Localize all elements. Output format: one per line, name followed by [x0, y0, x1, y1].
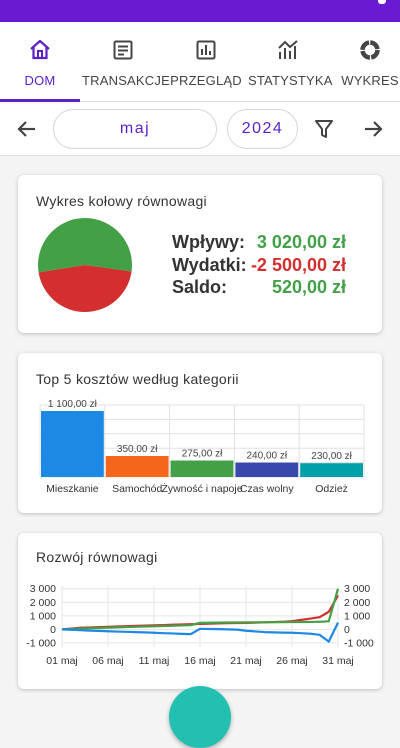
tab-dom[interactable]: DOM — [0, 22, 80, 102]
bar-5 — [300, 463, 363, 477]
bar-value-label: 1 100,00 zł — [48, 399, 98, 410]
y-tick-right: 0 — [344, 624, 350, 636]
bar-2 — [105, 456, 169, 477]
tab-transakcje[interactable]: TRANSAKCJE — [82, 22, 170, 102]
status-indicator — [378, 0, 386, 4]
top-costs-bar-chart: 1 100,00 zł Mieszkanie 350,00 zł Samochód 27… — [39, 399, 365, 495]
donut-chart-icon — [360, 40, 380, 60]
x-tick-label: 01 maj — [46, 655, 78, 667]
month-selector[interactable]: maj — [53, 109, 217, 149]
bar-value-label: 350,00 zł — [117, 444, 158, 455]
trend-chart-icon — [278, 40, 298, 59]
tab-dom-label: DOM — [24, 73, 56, 88]
top-costs-card-title: Top 5 kosztów według kategorii — [36, 371, 239, 387]
balance-trend-card: Rozwój równowagi 3 000 3 000 2 000 2 000 1 0… — [18, 533, 382, 689]
expense-label: Wydatki: — [172, 255, 247, 275]
x-tick-label: 31 maj — [322, 655, 354, 667]
filter-icon[interactable] — [312, 117, 336, 141]
bar-category-label: Mieszkanie — [46, 483, 99, 495]
home-icon — [30, 39, 50, 60]
bar-category-label: Czas wolny — [240, 483, 294, 495]
pie-slice-wydatki — [38, 265, 132, 312]
bar-chart-icon — [196, 40, 216, 60]
balance-card: Wykres kołowy równowagi Wpływy: 3 020,00… — [18, 175, 382, 333]
list-icon — [113, 40, 133, 60]
tab-bar: DOM TRANSAKCJE PRZEGLĄD STATYSTYKA WYKRE… — [0, 22, 400, 102]
balance-trend-card-title: Rozwój równowagi — [36, 549, 158, 565]
balance-value: 520,00 zł — [271, 277, 346, 297]
bar-value-label: 240,00 zł — [247, 451, 288, 462]
arrow-left-icon[interactable] — [15, 117, 39, 141]
top-costs-card: Top 5 kosztów według kategorii 1 100,00 … — [18, 353, 382, 513]
date-filter-bar: maj 2024 — [0, 102, 400, 156]
tab-wykres[interactable]: WYKRES — [332, 22, 400, 102]
x-tick-label: 06 maj — [92, 655, 124, 667]
arrow-right-icon[interactable] — [361, 117, 385, 141]
tab-transakcje-label: TRANSAKCJE — [82, 73, 170, 88]
tab-wykres-label: WYKRES — [341, 73, 399, 88]
y-tick-right: 3 000 — [344, 583, 370, 595]
bar-3 — [170, 460, 234, 477]
balance-trend-line-chart: 3 000 3 0002 000 2 0001 000 1 0000 0-1 000 -1… — [26, 583, 374, 667]
tab-statystyka[interactable]: STATYSTYKA — [248, 22, 333, 102]
y-tick-right: 2 000 — [344, 597, 370, 609]
balance-card-title: Wykres kołowy równowagi — [36, 193, 207, 209]
income-value: 3 020,00 zł — [256, 232, 346, 252]
x-tick-label: 21 maj — [230, 655, 262, 667]
pie-slice-wpływy — [38, 218, 132, 273]
bar-category-label: Odzież — [315, 483, 348, 495]
y-tick-left: 3 000 — [30, 583, 56, 595]
expense-value: -2 500,00 zł — [250, 255, 346, 275]
status-bar — [0, 0, 400, 22]
year-selector[interactable]: 2024 — [227, 109, 298, 149]
bar-value-label: 275,00 zł — [182, 449, 223, 460]
balance-label: Saldo: — [172, 277, 228, 297]
x-tick-label: 16 maj — [184, 655, 216, 667]
tab-statystyka-label: STATYSTYKA — [248, 73, 333, 88]
y-tick-left: 0 — [50, 624, 56, 636]
bar-1 — [41, 411, 104, 477]
add-transaction-fab[interactable] — [169, 686, 231, 748]
y-tick-left: -1 000 — [26, 637, 56, 649]
y-tick-left: 2 000 — [30, 597, 56, 609]
bar-value-label: 230,00 zł — [311, 451, 352, 462]
y-tick-left: 1 000 — [30, 610, 56, 622]
balance-pie-chart — [38, 218, 132, 312]
y-tick-right: -1 000 — [344, 637, 374, 649]
y-tick-right: 1 000 — [344, 610, 370, 622]
tab-przeglad[interactable]: PRZEGLĄD — [166, 22, 246, 102]
bar-category-label: Żywność i napoje — [161, 482, 242, 495]
bar-4 — [235, 462, 299, 477]
x-tick-label: 11 maj — [139, 655, 170, 667]
x-tick-label: 26 maj — [276, 655, 308, 667]
tab-przeglad-label: PRZEGLĄD — [170, 73, 242, 88]
bar-category-label: Samochód — [112, 483, 162, 495]
income-label: Wpływy: — [172, 232, 246, 252]
